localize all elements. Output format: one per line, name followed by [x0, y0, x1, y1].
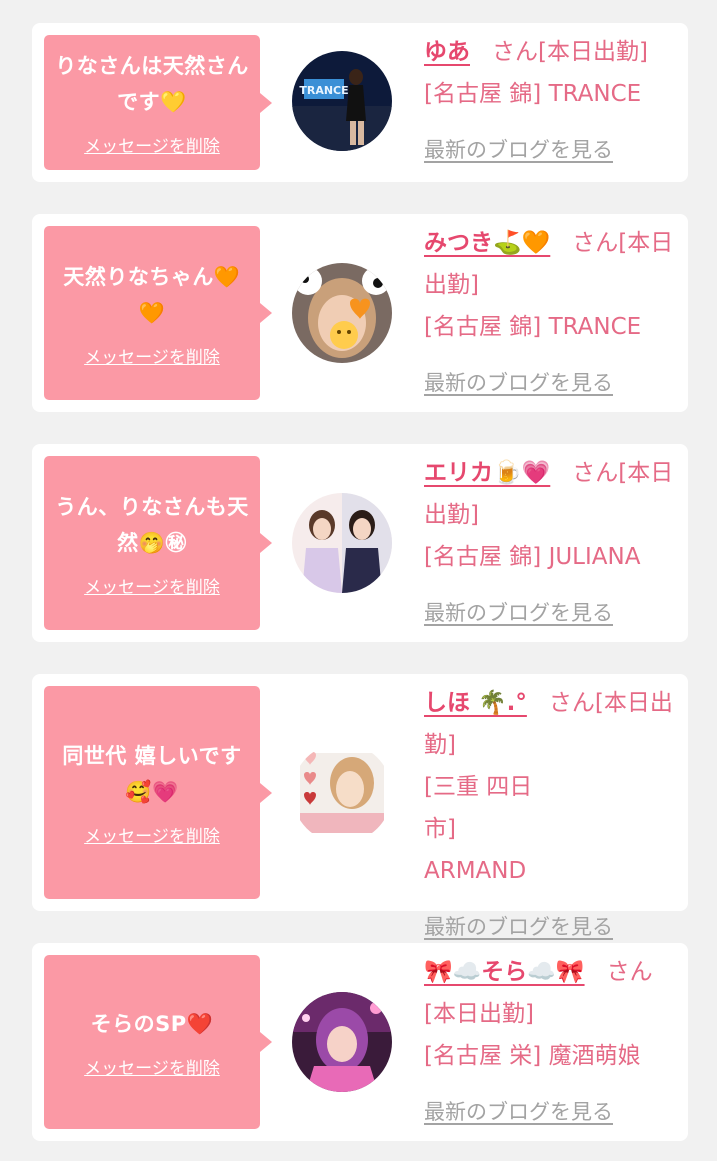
shop-location: [名古屋 錦] TRANCE	[424, 314, 642, 340]
message-text: そらのSP❤️	[90, 1011, 214, 1036]
message-text: りなさんは天然さんです💛	[55, 54, 249, 114]
message-bubble: うん、りなさんも天然🤭㊙ メッセージを削除	[44, 456, 272, 630]
avatar[interactable]	[292, 743, 392, 843]
sender-info: しほ 🌴.° さん[本日出勤] [三重 四日市] ARMAND 最新のブログを見る	[424, 682, 674, 948]
sender-info: ゆあ さん[本日出勤] [名古屋 錦] TRANCE 最新のブログを見る	[424, 31, 674, 171]
svg-text:TRANCE: TRANCE	[299, 84, 348, 97]
delete-message-link[interactable]: メッセージを削除	[84, 1054, 220, 1079]
view-blog-link[interactable]: 最新のブログを見る	[424, 906, 613, 948]
message-text: うん、りなさんも天然🤭㊙	[55, 494, 249, 555]
avatar[interactable]	[292, 992, 392, 1092]
sender-name-link[interactable]: エリカ🍺💗	[424, 460, 550, 486]
message-bubble: りなさんは天然さんです💛 メッセージを削除	[44, 35, 272, 170]
work-status: [本日出勤]	[538, 39, 648, 65]
delete-message-link[interactable]: メッセージを削除	[84, 132, 220, 157]
honorific: さん	[572, 230, 619, 256]
avatar[interactable]	[292, 493, 392, 593]
honorific: さん	[606, 959, 653, 985]
honorific: さん	[572, 460, 619, 486]
message-text: 天然りなちゃん🧡🧡	[63, 264, 241, 325]
shop-location: [名古屋 錦] TRANCE	[424, 81, 642, 107]
message-bubble: 天然りなちゃん🧡🧡 メッセージを削除	[44, 226, 272, 400]
view-blog-link[interactable]: 最新のブログを見る	[424, 129, 613, 171]
message-list: りなさんは天然さんです💛 メッセージを削除 TRANCE ゆあ さん[本日出勤] …	[0, 0, 717, 1161]
sender-name-link[interactable]: みつき⛳🧡	[424, 230, 550, 256]
message-text: 同世代 嬉しいです🥰💗	[62, 744, 242, 804]
message-card: 天然りなちゃん🧡🧡 メッセージを削除 みつき⛳🧡 さん[本日出勤] [名古屋 錦]…	[32, 214, 688, 412]
avatar[interactable]: TRANCE	[292, 51, 392, 151]
sender-info: エリカ🍺💗 さん[本日出勤] [名古屋 錦] JULIANA 最新のブログを見る	[424, 452, 674, 634]
shop-location: [名古屋 栄] 魔酒萌娘	[424, 1043, 641, 1069]
sender-info: みつき⛳🧡 さん[本日出勤] [名古屋 錦] TRANCE 最新のブログを見る	[424, 222, 674, 404]
delete-message-link[interactable]: メッセージを削除	[84, 343, 220, 368]
sender-info: 🎀☁️そら☁️🎀 さん [本日出勤] [名古屋 栄] 魔酒萌娘 最新のブログを見る	[424, 951, 674, 1133]
honorific: さん	[548, 690, 595, 716]
shop-location: [三重 四日市] ARMAND	[424, 774, 533, 884]
view-blog-link[interactable]: 最新のブログを見る	[424, 592, 613, 634]
message-bubble: 同世代 嬉しいです🥰💗 メッセージを削除	[44, 686, 272, 899]
avatar[interactable]	[292, 263, 392, 363]
message-card: うん、りなさんも天然🤭㊙ メッセージを削除 エリカ🍺💗 さん[本日出勤] [名古屋…	[32, 444, 688, 642]
message-card: 同世代 嬉しいです🥰💗 メッセージを削除 しほ 🌴.° さん[本日出勤] [三重 …	[32, 674, 688, 939]
sender-name-link[interactable]: 🎀☁️そら☁️🎀	[424, 959, 585, 985]
delete-message-link[interactable]: メッセージを削除	[84, 822, 220, 847]
honorific: さん	[492, 39, 538, 65]
view-blog-link[interactable]: 最新のブログを見る	[424, 1091, 613, 1133]
message-bubble: そらのSP❤️ メッセージを削除	[44, 955, 272, 1129]
work-status: [本日出勤]	[424, 1001, 534, 1027]
message-card: そらのSP❤️ メッセージを削除 🎀☁️そら☁️🎀 さん [本日出勤] [名古屋 栄…	[32, 943, 688, 1141]
sender-name-link[interactable]: しほ 🌴.°	[424, 690, 527, 716]
view-blog-link[interactable]: 最新のブログを見る	[424, 362, 613, 404]
message-card: りなさんは天然さんです💛 メッセージを削除 TRANCE ゆあ さん[本日出勤] …	[32, 23, 688, 182]
delete-message-link[interactable]: メッセージを削除	[84, 573, 220, 598]
sender-name-link[interactable]: ゆあ	[424, 39, 470, 65]
shop-location: [名古屋 錦] JULIANA	[424, 544, 641, 570]
